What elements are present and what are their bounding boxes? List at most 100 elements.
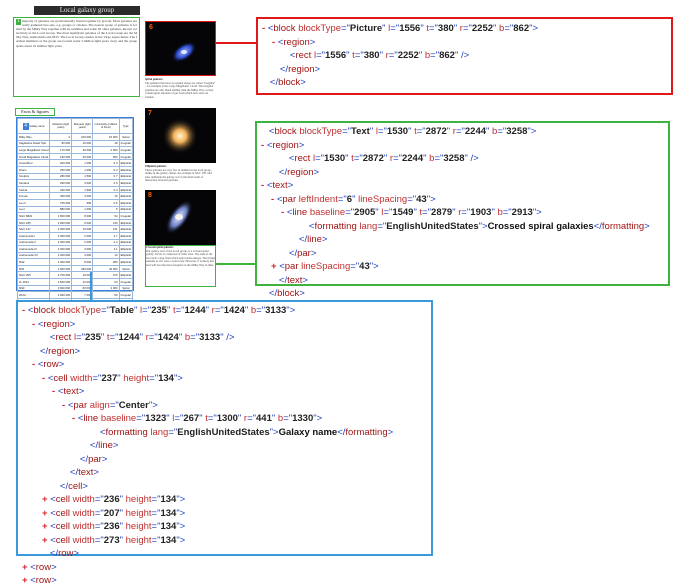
xml-token-val: 2879 bbox=[431, 207, 453, 218]
xml-token-tag: block bbox=[274, 126, 300, 137]
expand-toggle-icon[interactable]: + bbox=[22, 575, 30, 586]
xml-token-val: 43 bbox=[416, 193, 427, 205]
xml-token-br: "> bbox=[426, 193, 436, 205]
xml-token-val: 3133 bbox=[199, 332, 221, 343]
xml-token-val: 2913 bbox=[511, 207, 533, 218]
galaxy-table-block: 4 Galaxy name Distance (light years) Diame… bbox=[16, 117, 134, 332]
xml-token-tag: cell bbox=[68, 480, 83, 492]
table-cell: 500 bbox=[71, 198, 94, 207]
xml-line: - <par align="Center"> bbox=[62, 400, 158, 411]
xml-token-attr: baseline bbox=[100, 413, 137, 424]
table-row: IC 1613 2 500 000 12 000 64 Irregular bbox=[16, 278, 134, 286]
table-cell: 750 000 bbox=[49, 198, 73, 207]
table-cell: 20 000 bbox=[71, 152, 94, 161]
table-cell: 2 700 000 bbox=[49, 271, 73, 280]
xml-token-val: EnglishUnitedStates bbox=[386, 220, 479, 232]
table-cell: 0.3 bbox=[92, 159, 120, 167]
xml-token-tag: cell bbox=[55, 521, 73, 532]
xml-line: </par> bbox=[281, 248, 316, 259]
xml-token-br: =" bbox=[393, 153, 402, 164]
table-cell: 2 500 000 bbox=[49, 278, 73, 286]
table-cell: 2 000 bbox=[71, 238, 94, 247]
xml-token-br: =" bbox=[504, 23, 514, 34]
xml-token-br: =" bbox=[94, 521, 104, 532]
table-cell: Irregular bbox=[118, 278, 134, 286]
xml-token-br: > bbox=[69, 318, 76, 330]
xml-line: + <row> bbox=[22, 562, 57, 573]
table-cell: IC 1613 bbox=[16, 278, 51, 286]
xml-token-val: 267 bbox=[183, 413, 200, 424]
table-cell: 15 000 bbox=[92, 133, 120, 141]
xml-token-br: "> bbox=[176, 507, 186, 519]
xml-token-br: > bbox=[300, 77, 306, 88]
xml-token-br: =" bbox=[149, 372, 159, 384]
table-cell: 4.7 bbox=[92, 231, 120, 240]
table-row: Andromeda VII 2 300 000 3 000 10 Elliptical bbox=[16, 251, 134, 260]
xml-token-val: 862 bbox=[513, 23, 530, 34]
xml-token-br: > bbox=[644, 220, 650, 232]
table-cell: 130 bbox=[92, 218, 120, 227]
xml-token-tag: row bbox=[35, 561, 52, 573]
xml-line: - <row> bbox=[32, 359, 64, 370]
xml-token-br: =" bbox=[214, 305, 224, 316]
expand-toggle-icon[interactable]: + bbox=[22, 562, 30, 573]
caption-text: Our galaxy, part of the Local group, is … bbox=[146, 248, 216, 267]
table-cell: 330 000 bbox=[49, 185, 73, 194]
expand-toggle-icon[interactable]: + bbox=[271, 261, 279, 272]
xml-token-val: 134 bbox=[160, 534, 177, 546]
xml-token-br: > bbox=[93, 467, 99, 478]
xml-line: <formatting lang="EnglishUnitedStates">C… bbox=[301, 221, 650, 232]
xml-line: </row> bbox=[42, 548, 79, 559]
xml-token-br: =" bbox=[430, 50, 440, 61]
xml-indent bbox=[32, 346, 40, 357]
table-cell: Spiral bbox=[118, 284, 134, 293]
table-cell: M33 bbox=[16, 284, 51, 293]
xml-line: </cell> bbox=[52, 481, 88, 492]
xml-token-br: =" bbox=[148, 332, 158, 343]
xml-token-tag: row bbox=[35, 575, 52, 586]
xml-token-tag: block bbox=[33, 305, 59, 316]
table-cell: Elliptical bbox=[118, 205, 134, 214]
xml-token-br: =" bbox=[354, 50, 364, 61]
xml-line: - <cell width="237" height="134"> bbox=[42, 373, 183, 384]
expand-toggle-icon[interactable]: + bbox=[42, 494, 50, 505]
table-cell: Elliptical bbox=[118, 179, 134, 187]
xml-token-br: =" bbox=[340, 23, 350, 34]
xml-token-br: =" bbox=[94, 534, 104, 546]
xml-token-br: "> bbox=[529, 23, 539, 34]
xml-token-br: =" bbox=[345, 207, 355, 218]
xml-token-br: =" bbox=[174, 413, 184, 424]
xml-token-val: 236 bbox=[103, 521, 120, 532]
xml-indent bbox=[262, 77, 270, 88]
xml-token-tag: region bbox=[48, 345, 75, 357]
xml-token-br: =" bbox=[388, 50, 398, 61]
table-cell: 0.5 bbox=[92, 179, 120, 187]
xml-token-br: =" bbox=[407, 193, 417, 205]
xml-line: - <region> bbox=[32, 319, 75, 330]
xml-token-br: "> bbox=[176, 521, 186, 532]
expand-toggle-icon[interactable]: + bbox=[42, 535, 50, 546]
caption-text: These galaxies are very few in number in… bbox=[145, 167, 212, 182]
table-number: 4 bbox=[22, 122, 29, 130]
table-header-cell: Type bbox=[118, 118, 134, 134]
xml-token-br: > bbox=[309, 36, 316, 48]
expand-toggle-icon[interactable]: + bbox=[42, 508, 50, 519]
xml-line: - <line baseline="2905" l="1549" t="2879… bbox=[281, 207, 542, 218]
xml-token-val: 380 bbox=[437, 23, 454, 34]
table-cell: Ursa Minor bbox=[16, 159, 51, 167]
table-block-xml: - <block blockType="Table" l="235" t="12… bbox=[16, 300, 433, 586]
expand-toggle-icon[interactable]: + bbox=[42, 521, 50, 532]
table-row: Andromeda I2 300 000 2 000 4.7 Elliptical bbox=[16, 231, 134, 240]
xml-token-br: > bbox=[321, 234, 328, 245]
image-number: 6 bbox=[149, 24, 153, 31]
table-cell: 2 000 bbox=[92, 146, 120, 154]
xml-token-val: 2244 bbox=[464, 126, 487, 137]
xml-token-tag: region bbox=[272, 139, 299, 151]
page-title: Local galaxy group bbox=[34, 6, 140, 15]
table-cell: Leo II bbox=[16, 198, 51, 207]
xml-token-tag: rect bbox=[295, 50, 314, 61]
table-cell: 3 000 bbox=[71, 179, 94, 187]
elliptical-galaxy-image: 7 bbox=[145, 108, 216, 163]
table-row: M32 2 400 000 8 000 380 Elliptical bbox=[16, 258, 134, 266]
table-cell: 50 bbox=[92, 291, 120, 299]
